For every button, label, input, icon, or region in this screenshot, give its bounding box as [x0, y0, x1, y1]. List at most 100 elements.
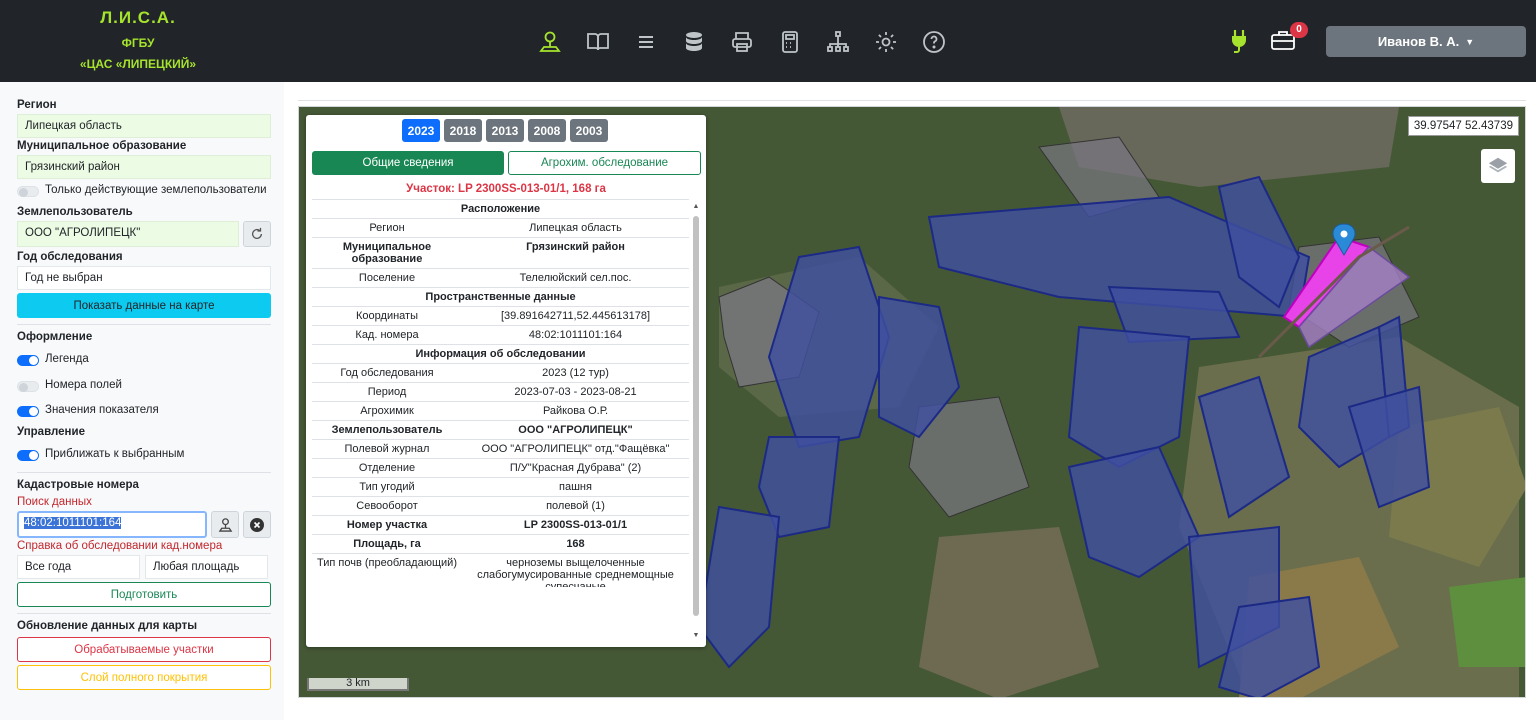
location-marker-dot — [1340, 230, 1348, 238]
indicator-values-toggle[interactable] — [17, 406, 39, 417]
brand-logo[interactable]: Л.И.С.А. ФГБУ «ЦАС «ЛИПЕЦКИЙ» — [58, 8, 218, 71]
layers-control-button[interactable] — [1481, 149, 1515, 183]
area-select[interactable]: Любая площадь — [145, 555, 268, 579]
region-select[interactable]: Липецкая область — [17, 114, 271, 138]
show-on-map-button[interactable]: Показать данные на карте — [17, 293, 271, 318]
row-value: 48:02:1011101:164 — [528, 329, 623, 341]
update-label: Обновление данных для карты — [17, 620, 198, 632]
cursor-coordinates: 39.97547 52.43739 — [1407, 116, 1519, 136]
table-row: Отделение П/У"Красная Дубрава" (2) — [312, 458, 689, 477]
caret-down-icon: ▼ — [1465, 36, 1475, 47]
book-icon[interactable] — [585, 29, 611, 55]
processed-plots-button[interactable]: Обрабатываемые участки — [17, 637, 271, 662]
table-row: Тип угодий пашня — [312, 477, 689, 496]
list-icon[interactable] — [633, 29, 659, 55]
popup-scrollbar[interactable]: ▲ ▼ — [692, 203, 700, 639]
region-label: Регион — [17, 99, 57, 111]
user-menu-button[interactable]: Иванов В. А. ▼ — [1326, 26, 1526, 57]
year-selector: 2023 2018 2013 2008 2003 — [402, 119, 608, 142]
survey-year-select[interactable]: Год не выбран — [17, 266, 271, 290]
row-key: Отделение — [358, 462, 416, 474]
parcel-info-popup: 2023 2018 2013 2008 2003 Общие сведения … — [306, 115, 706, 647]
gear-icon[interactable] — [873, 29, 899, 55]
table-row: Севооборот полевой (1) — [312, 496, 689, 515]
land-user-select[interactable]: ООО "АГРОЛИПЕЦК" — [17, 221, 239, 247]
municipality-label: Муниципальное образование — [17, 140, 187, 152]
search-label: Поиск данных — [17, 496, 92, 508]
row-value: ООО "АГРОЛИПЕЦК" отд."Фащёвка" — [481, 443, 670, 455]
help-icon[interactable] — [921, 29, 947, 55]
table-row: Регион Липецкая область — [312, 218, 689, 237]
divider — [17, 324, 271, 325]
year-button[interactable]: 2008 — [528, 119, 566, 142]
zoom-selected-toggle[interactable] — [17, 450, 39, 461]
locate-parcel-button[interactable] — [211, 511, 239, 538]
sitemap-icon[interactable] — [825, 29, 851, 55]
year-button[interactable]: 2013 — [486, 119, 524, 142]
row-key: Землепользователь — [331, 424, 443, 436]
row-key: Поселение — [358, 272, 416, 284]
table-row: Период 2023-07-03 - 2023-08-21 — [312, 382, 689, 401]
year-button[interactable]: 2003 — [570, 119, 608, 142]
year-button[interactable]: 2023 — [402, 119, 440, 142]
brand-center: «ЦАС «ЛИПЕЦКИЙ» — [79, 57, 197, 71]
year-button[interactable]: 2018 — [444, 119, 482, 142]
calculator-icon[interactable] — [777, 29, 803, 55]
filter-sidebar: Регион Липецкая область Муниципальное об… — [0, 82, 284, 720]
table-row: Поселение Телелюйский сел.пос. — [312, 268, 689, 287]
row-key: Муниципальное образование — [342, 241, 432, 265]
scroll-down-icon[interactable]: ▼ — [692, 632, 700, 639]
table-row: Площадь, га 168 — [312, 534, 689, 553]
full-coverage-button[interactable]: Слой полного покрытия — [17, 665, 271, 690]
map-scale-bar: 3 km — [307, 678, 409, 691]
scroll-up-icon[interactable]: ▲ — [692, 203, 700, 210]
row-key: Координаты — [356, 310, 418, 322]
database-icon[interactable] — [681, 29, 707, 55]
years-select[interactable]: Все года — [17, 555, 140, 579]
municipality-select[interactable]: Грязинский район — [17, 155, 271, 179]
row-key: Период — [367, 386, 407, 398]
design-label: Оформление — [17, 331, 93, 343]
field-numbers-label: Номера полей — [45, 379, 122, 391]
row-value: LP 2300SS-013-01/1 — [523, 519, 628, 531]
divider — [17, 613, 271, 614]
map-pin-icon[interactable] — [537, 29, 563, 55]
section-header: Информация об обследовании — [312, 344, 689, 363]
cadastral-label: Кадастровые номера — [17, 479, 139, 491]
section-header: Пространственные данные — [312, 287, 689, 306]
scroll-thumb[interactable] — [693, 216, 699, 616]
brand-title: Л.И.С.А. — [100, 8, 176, 27]
reference-label: Справка об обследовании кад.номера — [17, 540, 223, 552]
row-key: Площадь, га — [353, 538, 421, 550]
divider — [298, 100, 1526, 101]
row-key: Полевой журнал — [344, 443, 430, 455]
prepare-button[interactable]: Подготовить — [17, 582, 271, 607]
printer-icon[interactable] — [729, 29, 755, 55]
tab-general-info[interactable]: Общие сведения — [312, 151, 504, 175]
row-value: Грязинский район — [526, 241, 625, 253]
tab-agrochem-survey[interactable]: Агрохим. обследование — [508, 151, 701, 175]
refresh-button[interactable] — [243, 221, 271, 247]
plug-icon[interactable] — [1228, 28, 1250, 54]
indicator-values-label: Значения показателя — [45, 404, 159, 416]
clear-search-button[interactable] — [243, 511, 271, 538]
legend-toggle[interactable] — [17, 355, 39, 366]
row-value: черноземы выщелоченные слабогумусированн… — [477, 557, 674, 587]
active-users-label: Только действующие землепользователи — [45, 184, 267, 196]
close-circle-icon — [250, 517, 264, 532]
brand-org: ФГБУ — [121, 36, 155, 50]
cadastral-search-input[interactable]: 48:02:1011101:164 — [17, 511, 207, 538]
row-value: ООО "АГРОЛИПЕЦК" — [518, 424, 633, 436]
row-key: Тип почв (преобладающий) — [317, 557, 457, 569]
user-name: Иванов В. А. — [1377, 34, 1460, 49]
layers-icon — [1488, 157, 1508, 173]
notification-badge: 0 — [1290, 22, 1308, 38]
row-key: Севооборот — [356, 500, 418, 512]
row-key: Кад. номера — [355, 329, 419, 341]
row-value: 2023 (12 тур) — [542, 367, 609, 379]
table-row: Землепользователь ООО "АГРОЛИПЕЦК" — [312, 420, 689, 439]
active-users-toggle[interactable] — [17, 186, 39, 197]
land-user-label: Землепользователь — [17, 206, 133, 218]
row-value: 2023-07-03 - 2023-08-21 — [514, 386, 637, 398]
field-numbers-toggle[interactable] — [17, 381, 39, 392]
